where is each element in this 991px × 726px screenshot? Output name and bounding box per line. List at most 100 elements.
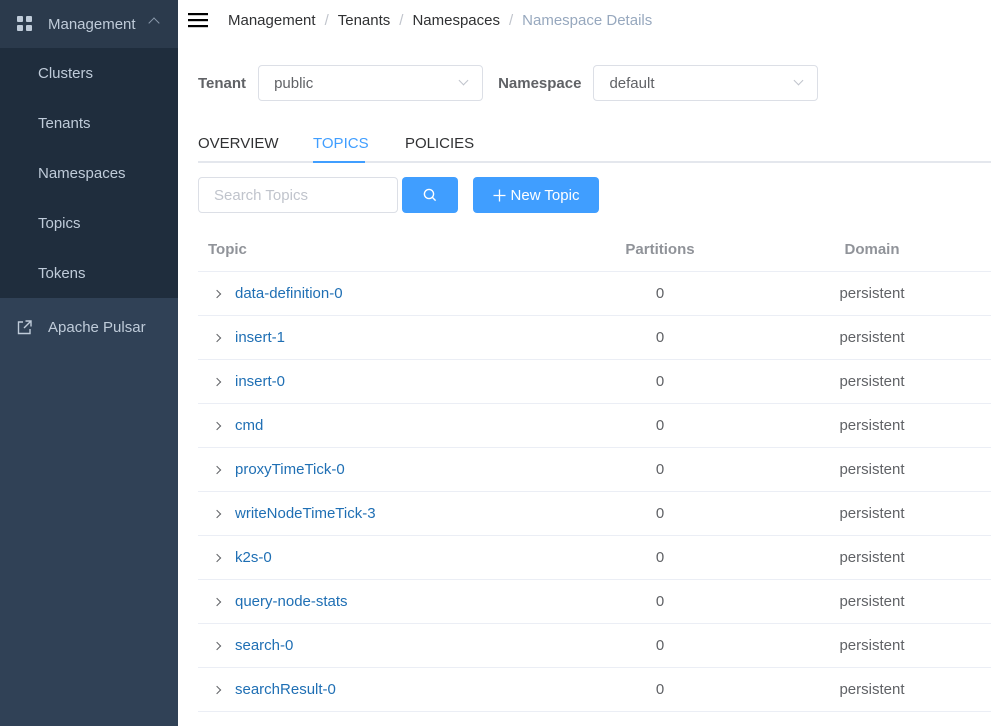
table-row: cmd 0 persistent: [198, 404, 991, 448]
topic-cell: writeNodeTimeTick-3: [198, 505, 553, 522]
tenant-select-value: public: [274, 74, 314, 92]
search-topics-input[interactable]: [198, 177, 398, 213]
search-button[interactable]: [402, 177, 458, 213]
tab-policies[interactable]: POLICIES: [405, 135, 474, 152]
topic-link[interactable]: search-0: [235, 637, 293, 654]
partitions-cell: 0: [655, 329, 665, 346]
domain-cell: persistent: [839, 417, 905, 434]
sidebar-item-tenants[interactable]: Tenants: [0, 98, 178, 148]
domain-cell: persistent: [839, 373, 905, 390]
sidebar-item-label: Tokens: [38, 264, 86, 282]
partitions-cell: 0: [655, 681, 665, 698]
table-row: search-0 0 persistent: [198, 624, 991, 668]
domain-cell: persistent: [839, 681, 905, 698]
namespace-select[interactable]: default: [593, 65, 819, 101]
sidebar-item-label: Tenants: [38, 114, 91, 132]
chevron-right-icon[interactable]: [211, 507, 225, 521]
sidebar-item-label: Namespaces: [38, 164, 126, 182]
breadcrumb-tenants[interactable]: Tenants: [338, 12, 391, 29]
topic-link[interactable]: cmd: [235, 417, 263, 434]
breadcrumb-separator: /: [509, 11, 514, 29]
plus-icon: [493, 189, 506, 201]
topic-cell: proxyTimeTick-0: [198, 461, 553, 478]
sidebar-section-management[interactable]: Management: [0, 0, 178, 48]
breadcrumb-namespaces[interactable]: Namespaces: [412, 12, 500, 29]
topic-link[interactable]: searchResult-0: [235, 681, 336, 698]
table-row: writeNodeTimeTick-3 0 persistent: [198, 492, 991, 536]
new-topic-button[interactable]: New Topic: [473, 177, 599, 213]
domain-cell: persistent: [839, 461, 905, 478]
chevron-right-icon[interactable]: [211, 375, 225, 389]
sidebar-item-label: Clusters: [38, 64, 94, 82]
breadcrumb-namespace-details: Namespace Details: [522, 11, 653, 29]
table-row: proxyTimeTick-0 0 persistent: [198, 448, 991, 492]
grid-icon: [17, 16, 33, 32]
topic-link[interactable]: query-node-stats: [235, 593, 348, 610]
topic-link[interactable]: insert-0: [235, 373, 285, 390]
partitions-cell: 0: [655, 285, 665, 302]
chevron-right-icon[interactable]: [211, 683, 225, 697]
breadcrumb-separator: /: [399, 11, 404, 29]
table-header: Topic Partitions Domain: [198, 227, 991, 272]
chevron-down-icon: [794, 75, 804, 86]
topic-cell: insert-0: [198, 373, 553, 390]
sidebar-section-label: Management: [48, 15, 136, 33]
sidebar-item-apache-pulsar[interactable]: Apache Pulsar: [0, 298, 178, 356]
breadcrumb: Management / Tenants / Namespaces / Name…: [228, 12, 652, 29]
column-header-partitions: Partitions: [625, 240, 695, 258]
chevron-right-icon[interactable]: [211, 463, 225, 477]
partitions-cell: 0: [655, 505, 665, 522]
chevron-right-icon[interactable]: [211, 331, 225, 345]
partitions-cell: 0: [655, 461, 665, 478]
sidebar-item-namespaces[interactable]: Namespaces: [0, 148, 178, 198]
tab-overview[interactable]: OVERVIEW: [198, 135, 279, 152]
column-header-topic: Topic: [208, 240, 247, 258]
tenant-select[interactable]: public: [258, 65, 484, 101]
hamburger-button[interactable]: [178, 0, 218, 40]
chevron-right-icon[interactable]: [211, 287, 225, 301]
chevron-right-icon[interactable]: [211, 551, 225, 565]
tenant-label: Tenant: [198, 74, 247, 92]
topic-link[interactable]: proxyTimeTick-0: [235, 461, 345, 478]
topbar: Management / Tenants / Namespaces / Name…: [178, 0, 991, 40]
tab-topics[interactable]: TOPICS: [313, 135, 369, 152]
partitions-cell: 0: [655, 549, 665, 566]
app-root: Management Clusters Tenants Namespaces T…: [0, 0, 991, 726]
topic-cell: cmd: [198, 417, 553, 434]
domain-cell: persistent: [839, 549, 905, 566]
sidebar-item-label: Topics: [38, 214, 81, 232]
new-topic-label: New Topic: [510, 186, 580, 204]
topic-link[interactable]: writeNodeTimeTick-3: [235, 505, 376, 522]
sidebar-item-clusters[interactable]: Clusters: [0, 48, 178, 98]
breadcrumb-management[interactable]: Management: [228, 12, 316, 29]
topic-link[interactable]: data-definition-0: [235, 285, 343, 302]
sidebar: Management Clusters Tenants Namespaces T…: [0, 0, 178, 726]
main-content: Management / Tenants / Namespaces / Name…: [178, 0, 991, 726]
partitions-cell: 0: [655, 637, 665, 654]
table-row: searchResult-0 0 persistent: [198, 668, 991, 712]
domain-cell: persistent: [839, 593, 905, 610]
table-row: insert-1 0 persistent: [198, 316, 991, 360]
topic-cell: query-node-stats: [198, 593, 553, 610]
column-header-domain: Domain: [844, 240, 900, 258]
table-row: k2s-0 0 persistent: [198, 536, 991, 580]
sidebar-item-tokens[interactable]: Tokens: [0, 248, 178, 298]
domain-cell: persistent: [839, 637, 905, 654]
sidebar-submenu: Clusters Tenants Namespaces Topics Token…: [0, 48, 178, 298]
chevron-down-icon: [458, 75, 469, 86]
topic-cell: search-0: [198, 637, 553, 654]
external-link-icon: [17, 319, 32, 334]
topic-cell: data-definition-0: [198, 285, 553, 302]
partitions-cell: 0: [655, 417, 665, 434]
selectors-row: Tenant public Namespace default: [198, 65, 819, 101]
sidebar-item-topics[interactable]: Topics: [0, 198, 178, 248]
topic-link[interactable]: insert-1: [235, 329, 285, 346]
hamburger-icon: [188, 13, 208, 28]
domain-cell: persistent: [839, 285, 905, 302]
chevron-right-icon[interactable]: [211, 419, 225, 433]
topic-link[interactable]: k2s-0: [235, 549, 272, 566]
domain-cell: persistent: [839, 329, 905, 346]
chevron-right-icon[interactable]: [211, 639, 225, 653]
chevron-right-icon[interactable]: [211, 595, 225, 609]
topic-cell: insert-1: [198, 329, 553, 346]
